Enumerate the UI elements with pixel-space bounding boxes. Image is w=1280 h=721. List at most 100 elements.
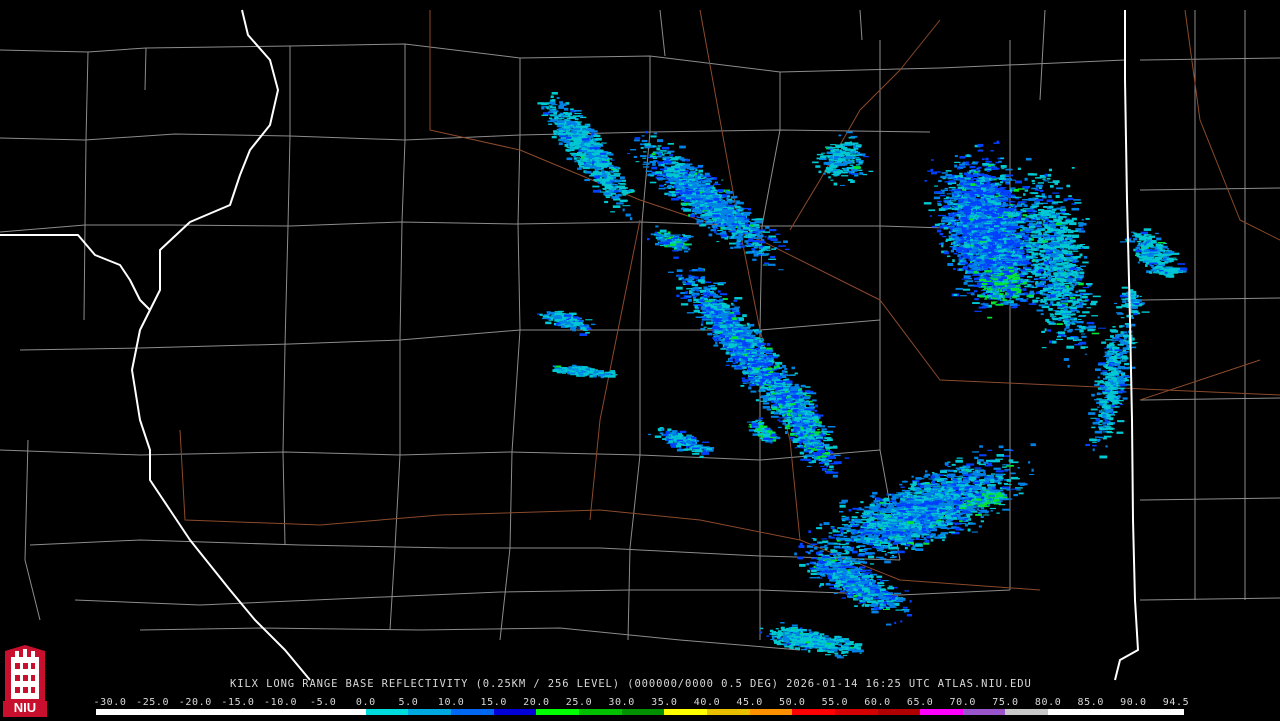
echo-cell — [661, 164, 665, 166]
echo-cell — [723, 309, 725, 312]
echo-cell — [787, 417, 791, 418]
echo-cell — [749, 234, 756, 237]
echo-cell — [800, 398, 804, 400]
echo-cell — [682, 239, 688, 241]
echo-cell — [608, 153, 613, 155]
echo-cell — [705, 216, 713, 218]
echo-cell — [662, 147, 669, 150]
echo-cell — [814, 410, 817, 412]
echo-cell — [780, 411, 788, 413]
echo-cell — [749, 361, 757, 363]
echo-cell — [741, 212, 744, 213]
echo-cell — [720, 215, 723, 216]
echo-cell — [622, 194, 626, 196]
echo-cell — [776, 368, 779, 370]
echo-cell — [757, 360, 761, 362]
echo-cell — [607, 158, 612, 159]
echo-cell — [799, 394, 803, 397]
echo-cell — [579, 132, 582, 134]
echo-cell — [714, 329, 719, 330]
echo-cell — [782, 370, 785, 373]
echo-cell — [1010, 187, 1015, 189]
echo-cell — [685, 163, 692, 165]
echo-cell — [762, 431, 767, 432]
echo-cell — [682, 180, 687, 182]
echo-cell — [714, 208, 720, 211]
echo-cell — [712, 195, 719, 197]
echo-cell — [655, 226, 658, 228]
echo-cell — [560, 130, 564, 132]
echo-cell — [542, 106, 548, 107]
echo-cell — [557, 120, 565, 123]
echo-cell — [657, 178, 665, 180]
echo-cell — [692, 199, 696, 200]
echo-cell — [1026, 254, 1028, 256]
echo-cell — [642, 140, 648, 142]
echo-cell — [723, 201, 728, 204]
echo-cell — [582, 150, 585, 152]
echo-cell — [703, 292, 710, 295]
echo-cell — [615, 186, 622, 187]
echo-cell — [727, 328, 730, 330]
echo-cell — [1020, 247, 1024, 250]
echo-cell — [710, 293, 715, 295]
echo-cell — [759, 229, 766, 231]
echo-cell — [537, 102, 543, 104]
echo-cell — [811, 430, 815, 432]
echo-cell — [719, 282, 726, 284]
echo-cell — [807, 466, 811, 467]
echo-cell — [592, 158, 598, 160]
echo-cell — [952, 259, 955, 262]
echo-cell — [702, 329, 705, 330]
echo-cell — [824, 450, 829, 451]
echo-cell — [809, 462, 813, 463]
echo-cell — [736, 216, 743, 217]
echo-cell — [754, 244, 761, 246]
echo-cell — [746, 349, 752, 350]
echo-cell — [738, 336, 744, 338]
echo-cell — [811, 409, 815, 411]
echo-cell — [666, 159, 670, 161]
echo-cell — [812, 452, 819, 455]
echo-cell — [652, 162, 655, 163]
echo-cell — [817, 429, 820, 430]
echo-cell — [799, 423, 802, 425]
echo-cell — [686, 288, 693, 289]
echo-cell — [565, 144, 569, 147]
echo-cell — [603, 188, 607, 190]
echo-cell — [809, 438, 815, 440]
echo-cell — [792, 367, 796, 370]
echo-cell — [574, 110, 582, 112]
echo-cell — [1026, 298, 1028, 299]
echo-cell — [730, 312, 734, 314]
echo-cell — [773, 353, 776, 356]
echo-cell — [576, 146, 579, 147]
echo-cell — [757, 343, 763, 345]
echo-cell — [1026, 232, 1032, 233]
echo-cell — [675, 239, 683, 241]
echo-cell — [766, 250, 771, 251]
echo-cell — [731, 219, 734, 221]
echo-cell — [731, 343, 738, 346]
echo-cell — [741, 230, 749, 231]
echo-cell — [660, 150, 667, 152]
echo-cell — [653, 157, 657, 159]
echo-cell — [693, 196, 701, 199]
echo-cell — [809, 433, 812, 435]
echo-cell — [1010, 297, 1012, 299]
echo-cell — [586, 143, 589, 146]
echo-cell — [766, 353, 773, 354]
echo-cell — [593, 135, 600, 137]
echo-cell — [710, 209, 712, 212]
echo-cell — [821, 435, 827, 436]
echo-cell — [951, 250, 954, 253]
echo-cell — [800, 446, 803, 448]
echo-cell — [987, 317, 992, 319]
echo-cell — [722, 318, 727, 320]
echo-cell — [695, 175, 698, 178]
echo-cell — [752, 357, 758, 359]
echo-cell — [826, 466, 828, 468]
echo-cell — [711, 206, 717, 208]
echo-cell — [583, 126, 588, 128]
echo-cell — [654, 133, 657, 135]
